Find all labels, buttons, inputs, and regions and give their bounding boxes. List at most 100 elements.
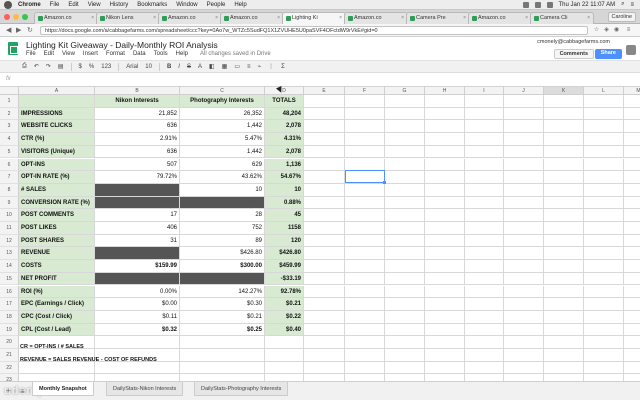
browser-tab[interactable]: Amazon.co × bbox=[220, 12, 284, 24]
photography-value[interactable]: $300.00 bbox=[180, 260, 265, 273]
cell[interactable] bbox=[584, 349, 624, 362]
cell[interactable] bbox=[425, 323, 465, 337]
cell[interactable] bbox=[544, 133, 584, 146]
cell[interactable] bbox=[465, 107, 504, 121]
column-header[interactable]: C bbox=[180, 87, 265, 95]
cell[interactable] bbox=[624, 222, 640, 235]
nikon-value[interactable]: 0.00% bbox=[95, 196, 180, 210]
cell[interactable] bbox=[265, 349, 304, 362]
cell[interactable] bbox=[465, 310, 504, 324]
cell[interactable] bbox=[544, 247, 584, 261]
percent-format-button[interactable]: % bbox=[89, 64, 94, 70]
total-value[interactable]: 92.78% bbox=[265, 285, 304, 299]
cell[interactable] bbox=[19, 361, 95, 375]
cell[interactable] bbox=[504, 120, 544, 134]
cell[interactable] bbox=[504, 158, 544, 172]
nikon-value[interactable]: 507 bbox=[95, 158, 180, 172]
cell[interactable] bbox=[544, 120, 584, 134]
row-header[interactable]: 19 bbox=[0, 323, 19, 337]
cell[interactable] bbox=[504, 234, 544, 248]
cell[interactable] bbox=[584, 196, 624, 210]
nikon-value[interactable]: 79.72% bbox=[95, 171, 180, 184]
strikethrough-button[interactable]: S bbox=[187, 64, 191, 70]
cell[interactable] bbox=[504, 361, 544, 375]
column-header[interactable]: I bbox=[465, 87, 504, 95]
tab-close-icon[interactable]: × bbox=[587, 15, 590, 21]
forward-icon[interactable]: ▶ bbox=[16, 26, 21, 34]
bold-button[interactable]: B bbox=[167, 64, 171, 70]
sheet-tab[interactable]: DailyStats-Nikon Interests bbox=[106, 382, 184, 396]
cell[interactable] bbox=[425, 310, 465, 324]
apple-icon[interactable] bbox=[4, 0, 12, 9]
cell[interactable] bbox=[544, 272, 584, 286]
total-value[interactable]: 2,078 bbox=[265, 120, 304, 134]
cell[interactable] bbox=[624, 324, 640, 337]
cell[interactable] bbox=[624, 108, 640, 121]
cell[interactable] bbox=[624, 286, 640, 299]
column-header[interactable]: G bbox=[385, 87, 425, 95]
cell[interactable] bbox=[584, 285, 624, 299]
cell[interactable] bbox=[544, 310, 584, 324]
formula-bar[interactable]: fx bbox=[0, 73, 640, 87]
column-header[interactable]: E bbox=[304, 87, 345, 95]
nikon-value[interactable]: 17 bbox=[95, 209, 180, 222]
close-window-icon[interactable] bbox=[4, 14, 10, 20]
cell[interactable] bbox=[304, 323, 345, 337]
row-header[interactable]: 7 bbox=[0, 171, 19, 184]
menu-list-icon[interactable]: ≡ bbox=[630, 2, 634, 8]
row-header[interactable]: 1 bbox=[0, 95, 19, 108]
cell[interactable] bbox=[385, 336, 425, 349]
cell[interactable] bbox=[425, 171, 465, 184]
cell[interactable] bbox=[425, 158, 465, 172]
cell[interactable] bbox=[465, 374, 504, 381]
photography-value[interactable]: 629 bbox=[180, 158, 265, 172]
cell[interactable] bbox=[304, 336, 345, 349]
cell[interactable] bbox=[544, 158, 584, 172]
cell[interactable] bbox=[465, 209, 504, 222]
cell[interactable] bbox=[304, 272, 345, 286]
photography-value[interactable]: 1.59% bbox=[180, 196, 265, 210]
total-value[interactable]: $0.21 bbox=[265, 298, 304, 311]
cell[interactable] bbox=[385, 310, 425, 324]
nikon-value[interactable]: $0.11 bbox=[95, 310, 180, 324]
metric-label[interactable]: OPT-IN RATE (%) bbox=[19, 171, 95, 184]
cell[interactable] bbox=[584, 336, 624, 349]
row-header[interactable]: 23 bbox=[0, 374, 19, 381]
metric-label[interactable]: POST LIKES bbox=[19, 222, 95, 235]
cell[interactable] bbox=[304, 209, 345, 222]
metric-label[interactable]: OPT-INS bbox=[19, 158, 95, 172]
undo-icon[interactable]: ↶ bbox=[34, 63, 39, 70]
cell[interactable] bbox=[345, 285, 385, 299]
metric-label[interactable]: REVENUE bbox=[19, 247, 95, 261]
cell[interactable] bbox=[180, 336, 265, 349]
row-header[interactable]: 21 bbox=[0, 349, 19, 362]
cell[interactable] bbox=[504, 209, 544, 222]
cell[interactable] bbox=[544, 374, 584, 381]
total-value[interactable]: 45 bbox=[265, 209, 304, 222]
nikon-value[interactable]: $0.00 bbox=[95, 298, 180, 311]
cell[interactable] bbox=[304, 196, 345, 210]
minimize-window-icon[interactable] bbox=[13, 14, 19, 20]
share-button[interactable]: Share bbox=[594, 49, 622, 59]
cell[interactable] bbox=[304, 260, 345, 273]
cell[interactable] bbox=[465, 120, 504, 134]
cell[interactable] bbox=[465, 361, 504, 375]
cell[interactable] bbox=[385, 361, 425, 375]
menubar-item-view[interactable]: View bbox=[88, 2, 101, 8]
profile-button[interactable]: Caroline bbox=[607, 12, 636, 22]
cell[interactable] bbox=[385, 133, 425, 146]
cell[interactable] bbox=[504, 183, 544, 197]
metric-label[interactable]: VISITORS (Unique) bbox=[19, 145, 95, 159]
cell[interactable] bbox=[425, 234, 465, 248]
more-icon[interactable]: ⋮ bbox=[268, 63, 274, 70]
total-value[interactable]: $0.40 bbox=[265, 323, 304, 337]
cell[interactable] bbox=[304, 95, 345, 108]
cell[interactable] bbox=[425, 247, 465, 261]
cell[interactable] bbox=[465, 247, 504, 261]
cell[interactable] bbox=[95, 336, 180, 349]
cell[interactable] bbox=[304, 361, 345, 375]
sheets-logo-icon[interactable] bbox=[8, 42, 18, 55]
comments-button[interactable]: Comments bbox=[553, 49, 594, 59]
metric-label[interactable]: POST COMMENTS bbox=[19, 209, 95, 222]
extension-icon-2[interactable]: ◉ bbox=[613, 27, 620, 34]
